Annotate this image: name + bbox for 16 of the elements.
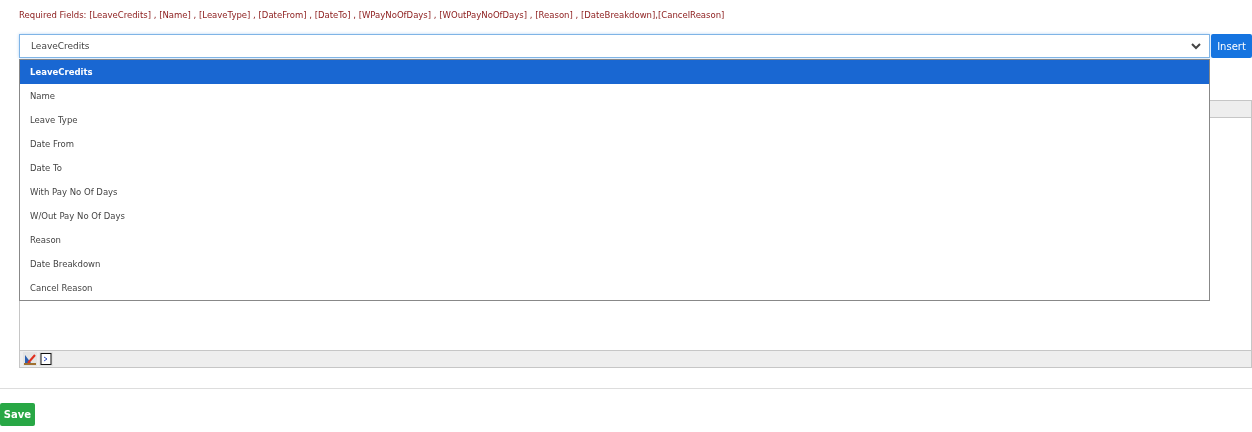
- dropdown-option[interactable]: Leave Type: [20, 108, 1209, 132]
- dropdown-option[interactable]: Cancel Reason: [20, 276, 1209, 300]
- dropdown-option[interactable]: With Pay No Of Days: [20, 180, 1209, 204]
- dropdown-option[interactable]: Name: [20, 84, 1209, 108]
- html-mode-icon[interactable]: [39, 352, 53, 366]
- dropdown-option[interactable]: Date From: [20, 132, 1209, 156]
- field-select[interactable]: LeaveCredits: [19, 34, 1210, 58]
- design-mode-icon[interactable]: [23, 352, 37, 366]
- dropdown-option[interactable]: Reason: [20, 228, 1209, 252]
- required-fields-text: Required Fields: [LeaveCredits] , [Name] , [LeaveType] , [DateFrom] , [DateTo] , [WPayNoOfDays] , [WOutPayNoOfDays] , [Reason] , [DateBreakdown],[CancelReason]: [19, 10, 726, 20]
- insert-button[interactable]: Insert: [1211, 34, 1252, 58]
- dropdown-option[interactable]: Date To: [20, 156, 1209, 180]
- dropdown-option[interactable]: Date Breakdown: [20, 252, 1209, 276]
- chevron-down-icon: [1191, 42, 1201, 50]
- dropdown-option[interactable]: W/Out Pay No Of Days: [20, 204, 1209, 228]
- dropdown-option[interactable]: LeaveCredits: [20, 60, 1209, 84]
